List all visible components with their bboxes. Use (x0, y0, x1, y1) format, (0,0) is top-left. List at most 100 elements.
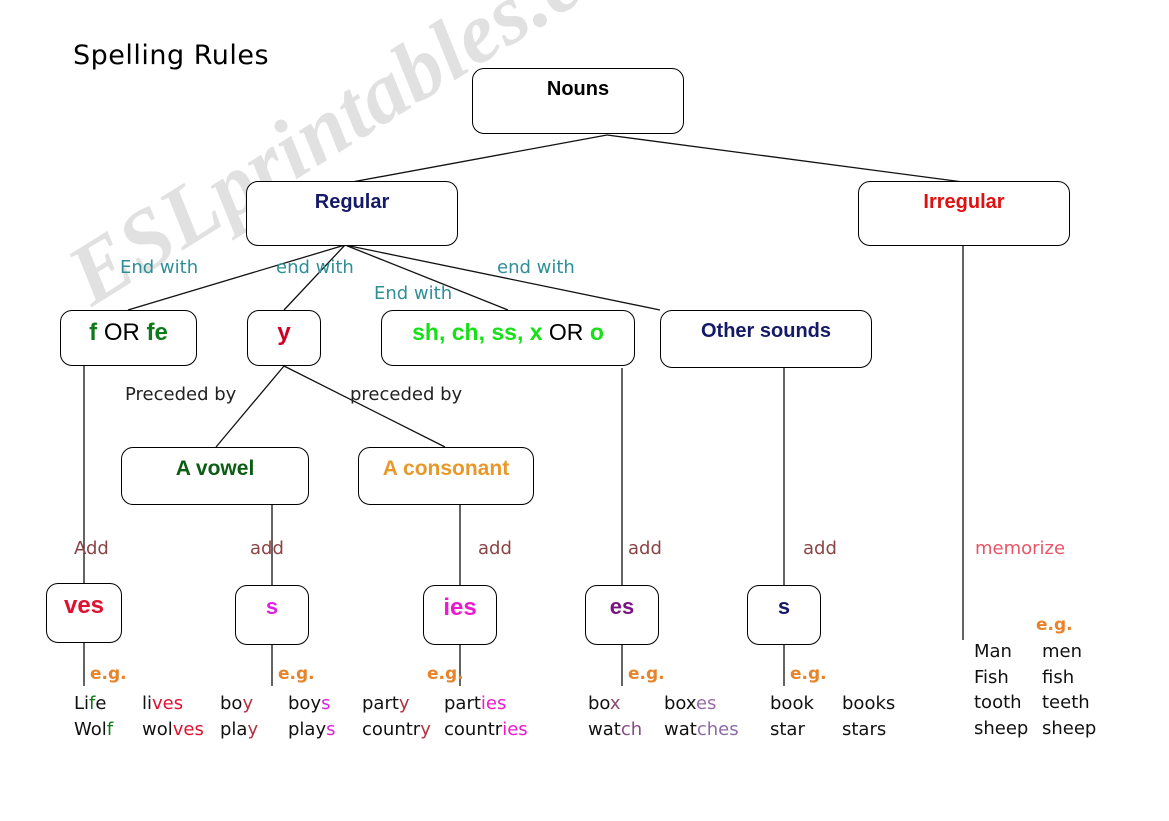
example-row: Life lives (74, 691, 204, 717)
example-plural: parties (444, 691, 506, 717)
example-segment: ch (620, 718, 643, 740)
eg-label-s-vowel: e.g. (278, 664, 315, 684)
eg-label-ves: e.g. (90, 664, 127, 684)
example-singular: boy (220, 691, 288, 717)
example-row: boy boys (220, 691, 336, 717)
example-segment: countr (444, 718, 503, 740)
examples-s-vowel: boy boys play plays (220, 691, 336, 742)
node-regular-label: Regular (314, 191, 390, 213)
node-irregular[interactable]: Irregular (858, 181, 1070, 246)
edge-label-end-with-2: end with (276, 257, 354, 278)
example-segment: ies (502, 718, 528, 740)
node-suffix-s-other-label: s (777, 594, 791, 619)
node-y-label: y (277, 319, 291, 346)
example-segment: sheep (1042, 717, 1097, 739)
node-f-or-fe-label: f OR fe (89, 311, 168, 346)
sounds-part-3: o (589, 319, 604, 345)
node-suffix-ves-label: ves (63, 592, 105, 619)
example-row: tooth teeth (974, 690, 1096, 716)
example-segment: men (1042, 641, 1083, 662)
example-segment: ves (152, 693, 184, 714)
example-segment: bo (220, 693, 243, 714)
example-segment: book (770, 693, 814, 714)
node-a-consonant-label: A consonant (382, 457, 510, 480)
example-segment: ves (172, 718, 204, 740)
examples-ies: party parties country countries (362, 691, 528, 742)
node-suffix-es-label: es (609, 594, 635, 619)
edge-label-end-with-1: End with (120, 257, 199, 278)
node-other-sounds[interactable]: Other sounds (660, 310, 872, 368)
example-segment: f (106, 718, 114, 740)
example-segment: y (242, 693, 254, 714)
node-suffix-s-other[interactable]: s (747, 585, 821, 645)
example-segment: e (95, 693, 107, 714)
node-suffix-ies[interactable]: ies (423, 585, 497, 645)
eg-label-s-other: e.g. (790, 664, 827, 684)
example-segment: Fish (974, 666, 1009, 688)
node-sh-ch-ss-x-or-o[interactable]: sh, ch, ss, x OR o (381, 310, 635, 366)
example-row: book books (770, 691, 895, 717)
eg-label-irregular: e.g. (1036, 615, 1073, 635)
node-regular[interactable]: Regular (246, 181, 458, 246)
example-singular: sheep (974, 716, 1042, 742)
example-segment: pla (220, 718, 248, 740)
node-suffix-s-vowel[interactable]: s (235, 585, 309, 645)
example-plural: wolves (142, 717, 204, 743)
node-sh-ch-ss-x-or-o-label: sh, ch, ss, x OR o (412, 311, 604, 345)
example-singular: Life (74, 691, 142, 717)
example-segment: tooth (974, 692, 1022, 714)
node-f-or-fe[interactable]: f OR fe (60, 310, 197, 366)
example-segment: Man (974, 641, 1012, 662)
examples-ves: Life lives Wolf wolves (74, 691, 204, 742)
eg-label-ies: e.g. (427, 664, 464, 684)
diagram-canvas: ESLprintables.com Spelling Rules Nouns R… (0, 0, 1169, 821)
example-plural: fish (1042, 665, 1074, 691)
node-y[interactable]: y (247, 310, 321, 366)
example-segment: ches (696, 718, 739, 740)
example-row: box boxes (588, 691, 739, 717)
sounds-part-2: OR (542, 319, 590, 345)
example-segment: es (695, 693, 717, 714)
example-singular: watch (588, 717, 664, 743)
example-segment: stars (842, 718, 887, 740)
f-or-fe-part-3: fe (146, 319, 168, 346)
edge-label-add-2: add (250, 538, 284, 559)
example-segment: li (142, 693, 153, 714)
example-segment: box (664, 693, 696, 714)
edge-label-preceded-by-1: Preceded by (125, 384, 237, 405)
example-plural: plays (288, 717, 336, 743)
edge-label-add-3: add (478, 538, 512, 559)
example-segment: s (326, 718, 336, 740)
example-singular: country (362, 717, 444, 743)
example-singular: Fish (974, 665, 1042, 691)
example-plural: countries (444, 717, 528, 743)
example-segment: wat (664, 718, 697, 740)
example-segment: y (247, 718, 259, 740)
example-plural: boxes (664, 691, 716, 717)
example-segment: play (288, 718, 327, 740)
node-suffix-s-vowel-label: s (265, 594, 279, 619)
node-nouns[interactable]: Nouns (472, 68, 684, 134)
example-singular: tooth (974, 690, 1042, 716)
node-a-consonant[interactable]: A consonant (358, 447, 534, 505)
example-plural: sheep (1042, 716, 1096, 742)
example-singular: party (362, 691, 444, 717)
edge-label-add-4: add (628, 538, 662, 559)
example-row: country countries (362, 717, 528, 743)
example-singular: play (220, 717, 288, 743)
edge-label-end-with-4: end with (497, 257, 575, 278)
node-a-vowel[interactable]: A vowel (121, 447, 309, 505)
edge-label-memorize: memorize (975, 538, 1066, 559)
example-singular: box (588, 691, 664, 717)
example-plural: watches (664, 717, 739, 743)
edge-label-end-with-3: End with (374, 283, 453, 304)
example-segment: star (770, 718, 805, 740)
example-singular: Wolf (74, 717, 142, 743)
example-row: party parties (362, 691, 528, 717)
node-suffix-ves[interactable]: ves (46, 583, 122, 643)
node-suffix-es[interactable]: es (585, 585, 659, 645)
example-segment: teeth (1042, 692, 1090, 714)
example-segment: ies (480, 693, 507, 714)
example-segment: countr (362, 718, 421, 740)
example-singular: book (770, 691, 842, 717)
